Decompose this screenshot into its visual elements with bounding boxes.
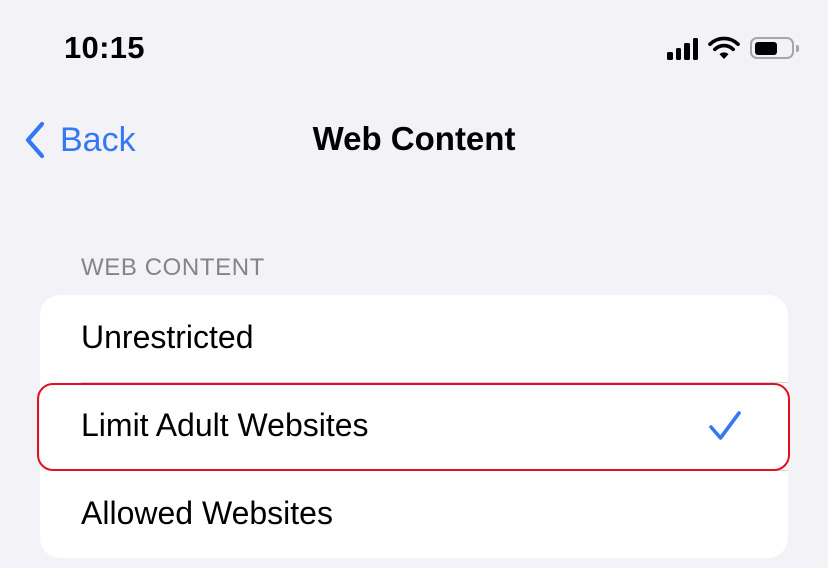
option-label: Limit Adult Websites bbox=[81, 407, 369, 443]
wifi-icon bbox=[708, 36, 740, 59]
battery-icon bbox=[750, 37, 799, 59]
cellular-signal-icon bbox=[667, 36, 698, 60]
option-label: Allowed Websites bbox=[81, 495, 333, 531]
status-icons bbox=[667, 36, 799, 60]
page-title: Web Content bbox=[312, 120, 516, 157]
option-limit-adult-websites[interactable]: Limit Adult Websites bbox=[40, 383, 788, 471]
option-label: Unrestricted bbox=[81, 319, 254, 355]
checkmark-icon bbox=[709, 411, 741, 440]
option-unrestricted[interactable]: Unrestricted bbox=[40, 295, 788, 383]
web-content-screen: 10:15 Back Web Content WEB CONTENT Unres… bbox=[0, 0, 828, 568]
section-header: WEB CONTENT bbox=[81, 254, 265, 281]
option-allowed-websites[interactable]: Allowed Websites bbox=[40, 471, 788, 559]
web-content-options-list: Unrestricted Limit Adult Websites Allowe… bbox=[40, 295, 788, 558]
status-time: 10:15 bbox=[64, 30, 145, 65]
